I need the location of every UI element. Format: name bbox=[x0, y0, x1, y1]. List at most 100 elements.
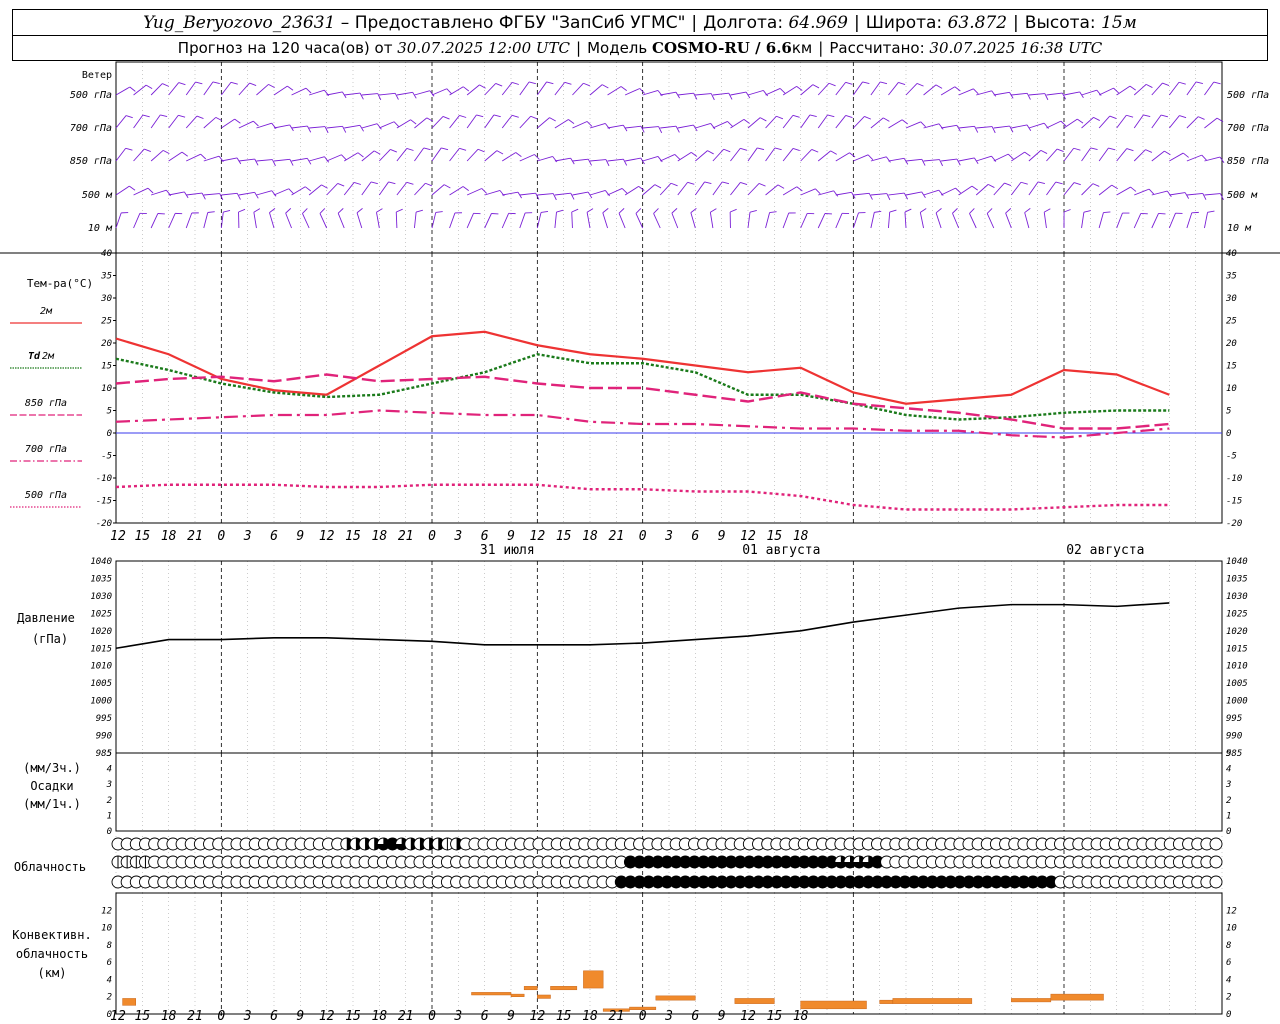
wind-barb-feather bbox=[1020, 181, 1028, 185]
wind-barb bbox=[1204, 117, 1224, 129]
conv-cloud-bar bbox=[800, 1000, 867, 1010]
wind-barb-feather bbox=[1083, 210, 1091, 213]
wind-barb-feather bbox=[178, 82, 186, 86]
wind-barb bbox=[326, 154, 347, 162]
wind-barb bbox=[958, 157, 979, 165]
legend-label: 2м bbox=[40, 306, 53, 317]
wind-barb-staff bbox=[185, 81, 196, 96]
precip-tick-label: 4 bbox=[1226, 765, 1231, 775]
wind-barb-staff bbox=[589, 159, 606, 162]
wind-barb-staff bbox=[414, 147, 425, 162]
wind-barb bbox=[501, 152, 522, 162]
hour-tick-label: 15 bbox=[135, 529, 151, 544]
hour-tick-label: 15 bbox=[345, 1009, 361, 1024]
wind-barb-staff bbox=[396, 182, 408, 196]
wind-barb-staff bbox=[695, 93, 712, 96]
wind-barb bbox=[1151, 82, 1170, 96]
wind-barb-feather bbox=[234, 118, 241, 124]
wind-barb-staff bbox=[765, 212, 771, 229]
wind-barb-staff bbox=[291, 125, 308, 129]
wind-barb-staff bbox=[1043, 212, 1047, 229]
wind-barb-feather bbox=[991, 90, 997, 97]
wind-barb-feather bbox=[954, 86, 961, 92]
temp-tick-label: 25 bbox=[1226, 317, 1237, 327]
wind-barb bbox=[677, 92, 698, 100]
wind-barb bbox=[677, 124, 698, 132]
wind-barb bbox=[1133, 83, 1153, 96]
wind-barb-staff bbox=[642, 156, 659, 162]
wind-barb-staff bbox=[1204, 212, 1209, 229]
wind-barb-staff bbox=[344, 124, 361, 129]
wind-barb-feather bbox=[621, 188, 628, 194]
wind-barb-feather bbox=[1077, 118, 1084, 124]
wind-barb-staff bbox=[466, 188, 482, 196]
wind-barb-feather bbox=[493, 114, 501, 118]
wind-barb-staff bbox=[519, 212, 526, 229]
wind-barb-feather bbox=[758, 183, 766, 187]
wind-barb-feather bbox=[1197, 116, 1205, 120]
wind-barb bbox=[361, 93, 382, 101]
pressure-tick-label: 1015 bbox=[90, 644, 112, 654]
wind-barb-feather bbox=[952, 208, 958, 214]
wind-barb bbox=[1169, 192, 1190, 199]
wind-barb-staff bbox=[800, 213, 808, 229]
wind-barb-staff bbox=[1204, 156, 1221, 162]
wind-barb-feather bbox=[809, 114, 817, 118]
wind-barb bbox=[923, 84, 943, 96]
wind-barb-feather bbox=[812, 84, 820, 89]
wind-barb bbox=[1168, 115, 1187, 129]
wind-barb-feather bbox=[230, 81, 238, 85]
wind-barb-staff bbox=[150, 83, 163, 96]
wind-barb-feather bbox=[207, 211, 215, 213]
wind-barb-staff bbox=[586, 212, 591, 229]
pressure-tick-label: 1025 bbox=[1226, 609, 1248, 619]
wind-barb bbox=[1151, 190, 1172, 197]
wind-barb-staff bbox=[1011, 92, 1028, 96]
precip-tick-label: 2 bbox=[1226, 796, 1231, 806]
wind-barb-staff bbox=[168, 82, 180, 96]
pressure-tick-label: 995 bbox=[1226, 714, 1242, 724]
wind-barb-staff bbox=[326, 125, 343, 129]
wind-barb-staff bbox=[115, 212, 122, 229]
hour-tick-label: 0 bbox=[217, 1009, 225, 1024]
conv-tick-label: 2 bbox=[107, 993, 112, 1003]
wind-barb-staff bbox=[782, 148, 794, 162]
wind-barb-staff bbox=[800, 114, 811, 129]
wind-barb-staff bbox=[1133, 84, 1147, 96]
cloud-symbol bbox=[1209, 837, 1223, 851]
wind-barb-staff bbox=[952, 213, 960, 229]
wind-barb-staff bbox=[1098, 184, 1113, 196]
wind-barb-feather bbox=[195, 81, 203, 85]
wind-barb-staff bbox=[709, 212, 714, 229]
hour-tick-label: 3 bbox=[664, 529, 673, 544]
wind-barb bbox=[238, 191, 259, 199]
wind-barb bbox=[168, 114, 186, 129]
wind-barb-feather bbox=[534, 154, 540, 160]
wind-barb bbox=[1063, 118, 1084, 129]
wind-barb-feather bbox=[178, 114, 186, 118]
wind-barb-feather bbox=[341, 154, 347, 161]
hour-tick-label: 18 bbox=[372, 1009, 388, 1024]
wind-barb-feather bbox=[481, 188, 488, 194]
wind-barb-feather bbox=[830, 150, 837, 155]
wind-barb-feather bbox=[511, 114, 519, 118]
wind-barb bbox=[1063, 209, 1071, 229]
wind-barb-feather bbox=[319, 208, 326, 214]
wind-barb-staff bbox=[256, 190, 272, 196]
wind-barb-feather bbox=[901, 119, 908, 125]
wind-barb bbox=[1011, 124, 1032, 132]
wind-barb bbox=[431, 147, 449, 162]
wind-barb-staff bbox=[449, 115, 460, 129]
wind-barb-staff bbox=[1116, 148, 1128, 162]
wind-barb-feather bbox=[512, 82, 519, 85]
wind-barb bbox=[256, 190, 277, 197]
wind-barb-feather bbox=[675, 126, 680, 133]
wind-barb bbox=[747, 90, 768, 97]
wind-barb-feather bbox=[337, 208, 344, 214]
wind-barb bbox=[168, 82, 186, 96]
wind-barb-staff bbox=[519, 115, 531, 129]
wind-barb-staff bbox=[466, 84, 480, 96]
wind-barb-staff bbox=[133, 84, 147, 96]
wind-barb-feather bbox=[1161, 114, 1169, 118]
wind-level-label: 500 гПа bbox=[1227, 90, 1269, 101]
